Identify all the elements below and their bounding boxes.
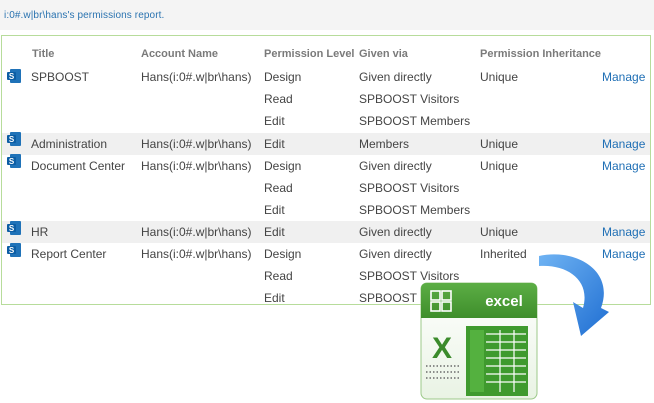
- row-given-via: SPBOOST Members: [359, 203, 471, 217]
- column-header-account-name: Account Name: [141, 48, 219, 60]
- column-header-title: Title: [32, 48, 55, 60]
- excel-label: excel: [485, 293, 523, 310]
- sharepoint-icon: S: [7, 243, 21, 257]
- column-header-given-via: Given via: [359, 48, 408, 60]
- manage-link[interactable]: Manage: [602, 159, 645, 173]
- excel-icon: excel X: [420, 282, 538, 400]
- row-account: Hans(i:0#.w|br\hans): [141, 159, 252, 173]
- curved-arrow-icon: [539, 254, 609, 336]
- manage-link[interactable]: Manage: [602, 70, 645, 84]
- row-level: Design: [264, 247, 302, 261]
- row-inheritance: Unique: [480, 70, 519, 84]
- row-given-via: Given directly: [359, 159, 432, 173]
- report-heading: i:0#.w|br\hans's permissions report.: [4, 10, 165, 21]
- excel-letter: X: [432, 332, 452, 365]
- row-level: Read: [264, 181, 293, 195]
- row-given-via: Given directly: [359, 225, 432, 239]
- column-header-permission-level: Permission Level: [264, 48, 355, 60]
- row-level: Read: [264, 92, 293, 106]
- row-given-via: SPBOOST Visitors: [359, 92, 460, 106]
- row-title: HR: [31, 225, 49, 239]
- svg-text:S: S: [9, 246, 15, 255]
- svg-text:S: S: [9, 72, 15, 81]
- row-level: Read: [264, 269, 293, 283]
- row-inheritance: Unique: [480, 137, 519, 151]
- row-title: Document Center: [31, 159, 126, 173]
- row-band-hr: [2, 221, 650, 243]
- row-level: Edit: [264, 137, 285, 151]
- row-inheritance: Unique: [480, 225, 519, 239]
- row-title: Report Center: [31, 247, 107, 261]
- row-given-via: Members: [359, 137, 410, 151]
- row-level: Edit: [264, 203, 285, 217]
- row-given-via: Given directly: [359, 247, 432, 261]
- row-title: Administration: [31, 137, 108, 151]
- sharepoint-icon: S: [7, 154, 21, 168]
- svg-text:S: S: [9, 135, 15, 144]
- row-level: Design: [264, 159, 302, 173]
- row-account: Hans(i:0#.w|br\hans): [141, 137, 252, 151]
- column-header-permission-inheritance: Permission Inheritance: [480, 48, 602, 60]
- row-given-via: Given directly: [359, 70, 432, 84]
- row-account: Hans(i:0#.w|br\hans): [141, 225, 252, 239]
- row-given-via: SPBOOST Members: [359, 114, 471, 128]
- row-level: Edit: [264, 291, 285, 305]
- row-title: SPBOOST: [31, 70, 90, 84]
- row-inheritance: Unique: [480, 159, 519, 173]
- sharepoint-icon: S: [7, 221, 21, 235]
- svg-text:S: S: [9, 224, 15, 233]
- sharepoint-icon: S: [7, 132, 21, 146]
- row-given-via: SPBOOST Visitors: [359, 269, 460, 283]
- svg-text:S: S: [9, 157, 15, 166]
- manage-link[interactable]: Manage: [602, 225, 645, 239]
- row-account: Hans(i:0#.w|br\hans): [141, 247, 252, 261]
- row-level: Edit: [264, 114, 285, 128]
- sharepoint-icon: S: [7, 69, 21, 83]
- row-account: Hans(i:0#.w|br\hans): [141, 70, 252, 84]
- row-level: Design: [264, 70, 302, 84]
- row-inheritance: Inherited: [480, 247, 527, 261]
- row-given-via: SPBOOST Visitors: [359, 181, 460, 195]
- row-level: Edit: [264, 225, 285, 239]
- manage-link[interactable]: Manage: [602, 137, 645, 151]
